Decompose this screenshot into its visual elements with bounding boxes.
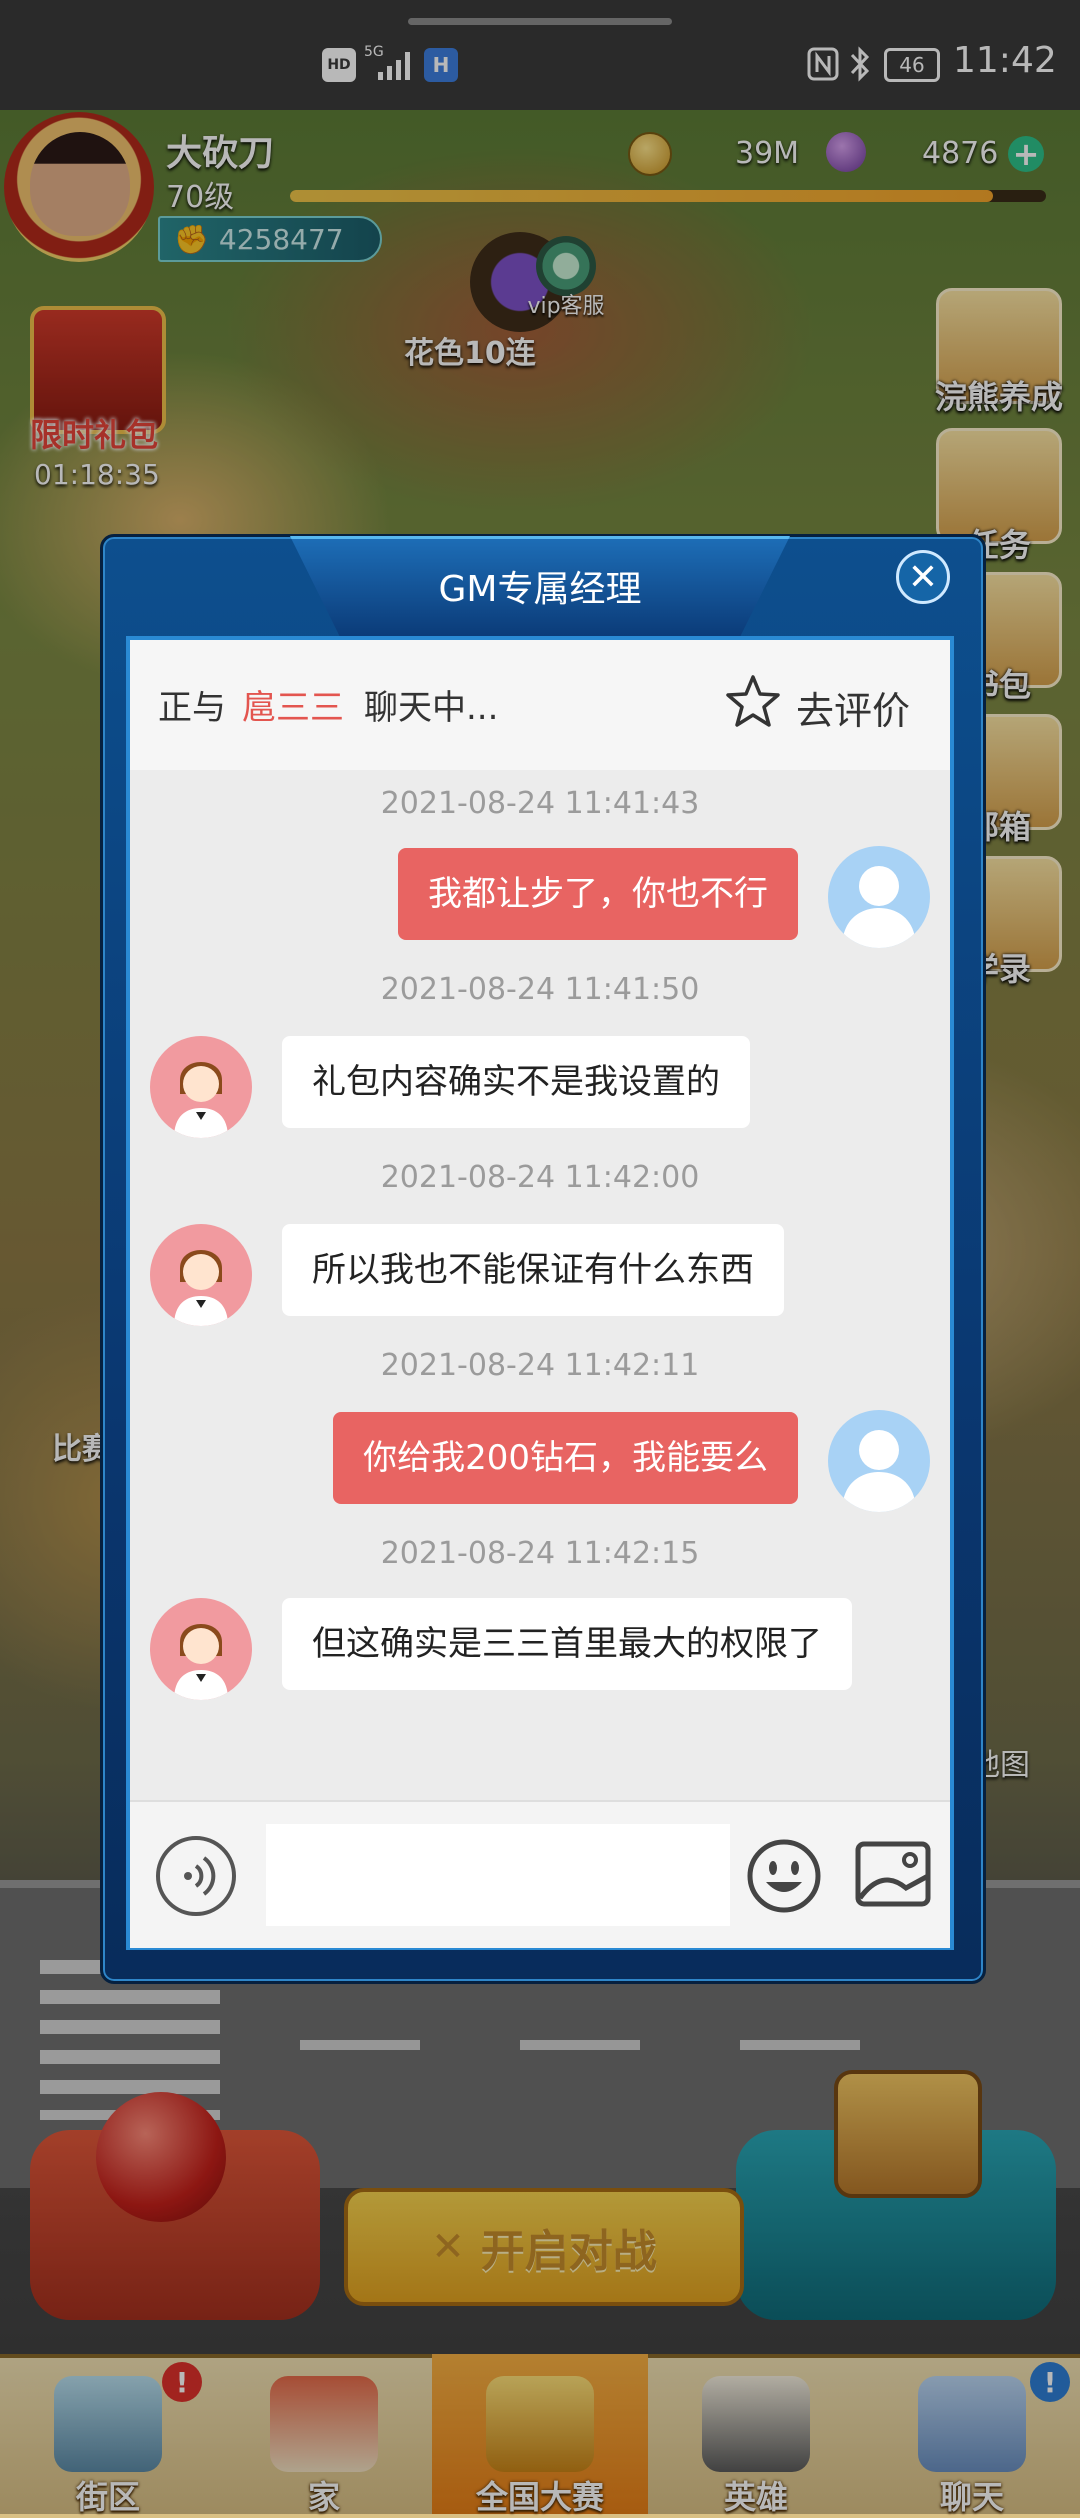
gm-avatar: [150, 1036, 252, 1138]
chat-with-prefix: 正与: [158, 688, 226, 728]
close-icon: ✕: [907, 556, 939, 598]
gm-agent-icon: [174, 1250, 228, 1326]
message-timestamp: 2021-08-24 11:42:00: [380, 1160, 700, 1195]
gm-agent-icon: [174, 1062, 228, 1138]
gm-message-bubble: 所以我也不能保证有什么东西: [282, 1224, 784, 1316]
message-input[interactable]: [266, 1824, 730, 1926]
rate-button[interactable]: 去评价: [796, 680, 910, 735]
gm-name: 扈三三: [242, 688, 344, 728]
gm-message-bubble: 礼包内容确实不是我设置的: [282, 1036, 750, 1128]
chat-with-suffix: 聊天中...: [364, 688, 499, 728]
message-timestamp: 2021-08-24 11:42:15: [380, 1536, 700, 1571]
message-timestamp: 2021-08-24 11:41:50: [380, 972, 700, 1007]
user-silhouette-icon: [842, 1430, 916, 1512]
emoji-icon[interactable]: [744, 1836, 824, 1916]
star-icon[interactable]: [724, 673, 782, 731]
my-message-bubble: 你给我200钻石，我能要么: [333, 1412, 798, 1504]
user-silhouette-icon: [842, 866, 916, 948]
image-icon[interactable]: [854, 1838, 932, 1910]
close-button[interactable]: ✕: [896, 550, 950, 604]
gm-message-bubble: 但这确实是三三首里最大的权限了: [282, 1598, 852, 1690]
message-timestamp: 2021-08-24 11:41:43: [380, 786, 700, 821]
voice-input-button[interactable]: [156, 1836, 236, 1916]
user-avatar: [828, 846, 930, 948]
gm-avatar: [150, 1224, 252, 1326]
gm-agent-icon: [174, 1624, 228, 1700]
voice-wave-icon: [184, 1856, 216, 1896]
gm-avatar: [150, 1598, 252, 1700]
user-avatar: [828, 1410, 930, 1512]
dialog-title: GM专属经理: [438, 569, 642, 610]
my-message-bubble: 我都让步了，你也不行: [398, 848, 798, 940]
message-timestamp: 2021-08-24 11:42:11: [380, 1348, 700, 1383]
